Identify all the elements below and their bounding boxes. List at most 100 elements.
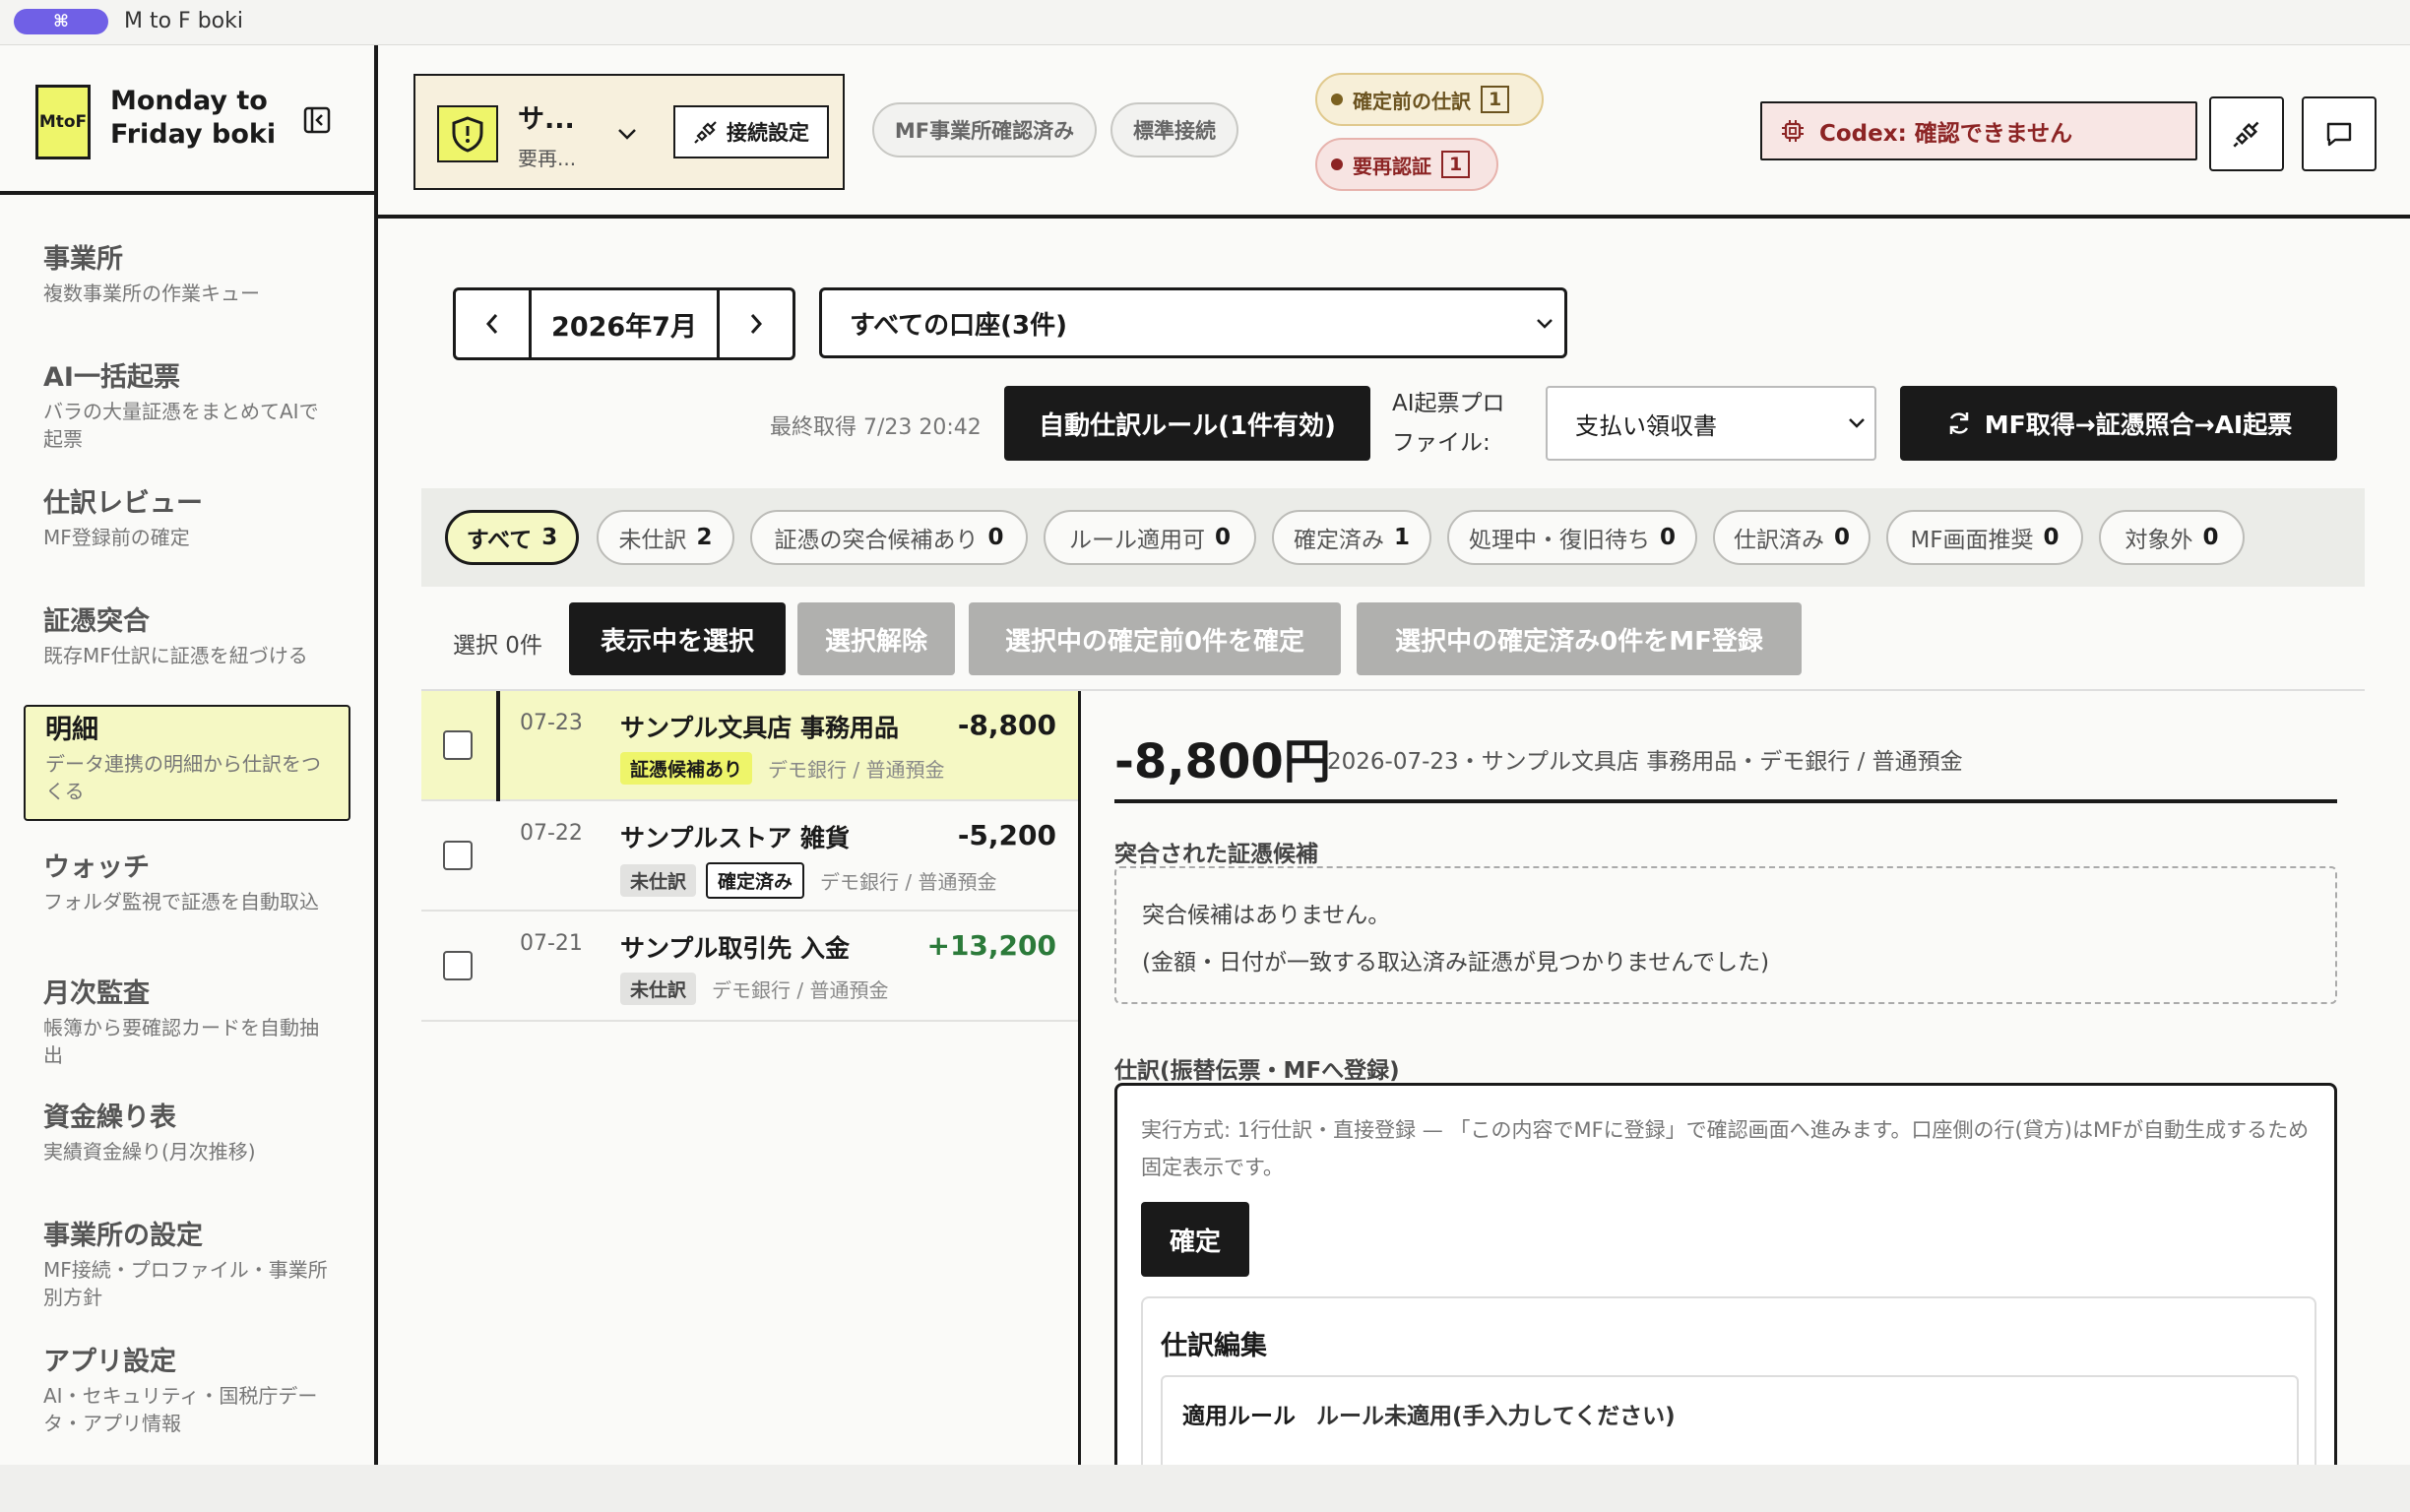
sidebar-item-ai-batch[interactable]: AI一括起票 バラの大量証憑をまとめてAIで起票 — [24, 354, 350, 459]
sidebar-item-office-settings[interactable]: 事業所の設定 MF接続・プロファイル・事業所別方針 — [24, 1213, 350, 1317]
filter-rule-applicable[interactable]: ルール適用可 0 — [1044, 510, 1256, 565]
chevron-down-icon[interactable] — [612, 119, 642, 149]
sidebar-item-voucher-match[interactable]: 証憑突合 既存MF仕訳に証憑を紐づける — [24, 598, 350, 675]
register-selected-button[interactable]: 選択中の確定済み0件をMF登録 — [1357, 602, 1802, 675]
sidebar-collapse-button[interactable] — [299, 102, 335, 138]
ai-profile-select[interactable]: 支払い領収書 — [1546, 386, 1876, 461]
sidebar-item-watch[interactable]: ウォッチ フォルダ監視で証憑を自動取込 — [24, 845, 350, 921]
office-name: サ... — [518, 104, 575, 135]
status-badge: 未仕訳 — [620, 864, 697, 897]
mf-fetch-run-button[interactable]: MF取得→証憑照合→AI起票 — [1900, 386, 2337, 461]
filter-count: 0 — [1833, 525, 1850, 550]
command-icon[interactable]: ⌘ — [14, 9, 108, 34]
filter-label: 証憑の突合候補あり — [774, 528, 979, 553]
main-content: 2026年7月 すべての口座(3件) 最終取得 7/23 20:42 自動仕訳ル… — [378, 222, 2410, 1465]
detail-meta: 2026-07-23・サンプル文具店 事務用品・デモ銀行 / 普通預金 — [1327, 749, 1963, 775]
filter-count: 3 — [541, 525, 558, 550]
reauth-required-badge[interactable]: 要再認証 1 — [1315, 138, 1498, 191]
brand: MtoF Monday to Friday boki — [0, 45, 374, 195]
filter-label: 未仕訳 — [618, 528, 687, 553]
sidebar-item-cashflow[interactable]: 資金繰り表 実績資金繰り(月次推移) — [24, 1095, 350, 1171]
sidebar-item-desc: バラの大量証憑をまとめてAIで起票 — [43, 400, 319, 451]
filter-label: ルール適用可 — [1068, 528, 1205, 553]
tx-amount: -5,200 — [957, 819, 1056, 851]
chevron-down-icon — [1849, 418, 1865, 428]
codex-status[interactable]: Codex: 確認できません — [1760, 101, 2197, 160]
status-badge: 未仕訳 — [620, 973, 697, 1005]
tx-date: 07-22 — [520, 821, 583, 846]
sidebar-item-desc: 帳簿から要確認カードを自動抽出 — [43, 1016, 319, 1067]
filter-label: MF画面推奨 — [1910, 528, 2034, 553]
applied-rule-value: ルール未適用(手入力してください) — [1316, 1404, 1676, 1429]
filter-all[interactable]: すべて 3 — [445, 510, 579, 565]
sidebar-item-desc: AI・セキュリティ・国税庁データ・アプリ情報 — [43, 1384, 318, 1435]
filter-match-candidates[interactable]: 証憑の突合候補あり 0 — [750, 510, 1028, 565]
row-checkbox[interactable] — [443, 730, 473, 760]
filter-unjournaled[interactable]: 未仕訳 2 — [597, 510, 734, 565]
row-checkbox[interactable] — [443, 951, 473, 980]
transaction-list: 07-23 サンプル文具店 事務用品 -8,800 証憑候補あり デモ銀行 / … — [421, 691, 1081, 1465]
tx-amount: +13,200 — [926, 929, 1056, 962]
clear-selection-button[interactable]: 選択解除 — [797, 602, 955, 675]
journal-note: 実行方式: 1行仕訳・直接登録 — 「この内容でMFに登録」で確認画面へ進みます… — [1141, 1118, 2310, 1179]
sidebar-item-offices[interactable]: 事業所 複数事業所の作業キュー — [24, 236, 350, 313]
detail-panel: -8,800円 2026-07-23・サンプル文具店 事務用品・デモ銀行 / 普… — [1112, 691, 2365, 1465]
row-checkbox[interactable] — [443, 841, 473, 870]
office-status: 要再... — [518, 147, 577, 170]
transaction-row[interactable]: 07-21 サンプル取引先 入金 +13,200 未仕訳 デモ銀行 / 普通預金 — [421, 912, 1078, 1022]
sidebar-item-desc: 実績資金繰り(月次推移) — [43, 1140, 256, 1164]
match-candidates-box: 突合候補はありません。 (金額・日付が一致する取込済み証憑が見つかりませんでした… — [1114, 866, 2337, 1004]
chat-button[interactable] — [2302, 96, 2377, 171]
shield-icon — [437, 105, 498, 162]
sidebar-item-journal-review[interactable]: 仕訳レビュー MF登録前の確定 — [24, 480, 350, 557]
brand-name: Monday to Friday boki — [110, 86, 277, 150]
select-visible-button[interactable]: 表示中を選択 — [569, 602, 786, 675]
sidebar-item-label: 事業所 — [43, 244, 123, 275]
tx-description: サンプル文具店 事務用品 — [620, 714, 899, 742]
unconfirmed-journal-badge[interactable]: 確定前の仕訳 1 — [1315, 73, 1544, 126]
applied-rule-label: 適用ルール — [1182, 1404, 1296, 1429]
connection-button[interactable] — [2209, 96, 2284, 171]
journal-edit-title: 仕訳編集 — [1161, 1331, 1267, 1361]
filter-label: 確定済み — [1293, 528, 1384, 553]
confirm-button[interactable]: 確定 — [1141, 1202, 1249, 1277]
window-title: M to F boki — [124, 9, 243, 33]
next-month-button[interactable] — [720, 290, 793, 357]
tx-date: 07-21 — [520, 931, 583, 956]
account-filter-select[interactable]: すべての口座(3件) — [819, 287, 1567, 358]
filter-mf-recommended[interactable]: MF画面推奨 0 — [1886, 510, 2083, 565]
auto-journal-rules-button[interactable]: 自動仕訳ルール(1件有効) — [1004, 386, 1370, 461]
filter-label: すべて — [466, 528, 533, 553]
filter-confirmed[interactable]: 確定済み 1 — [1272, 510, 1431, 565]
no-candidates-reason: (金額・日付が一致する取込済み証憑が見つかりませんでした) — [1142, 950, 1770, 976]
office-switcher[interactable]: サ... 要再... 接続設定 — [413, 74, 845, 190]
sidebar-item-app-settings[interactable]: アプリ設定 AI・セキュリティ・国税庁データ・アプリ情報 — [24, 1339, 350, 1443]
transaction-row[interactable]: 07-23 サンプル文具店 事務用品 -8,800 証憑候補あり デモ銀行 / … — [421, 691, 1078, 801]
chevron-right-icon — [750, 314, 763, 334]
filter-label: 処理中・復旧待ち — [1468, 528, 1650, 553]
sidebar-item-label: 仕訳レビュー — [43, 488, 203, 519]
transaction-row[interactable]: 07-22 サンプルストア 雑貨 -5,200 未仕訳 確定済み デモ銀行 / … — [421, 801, 1078, 912]
sidebar-item-label: 資金繰り表 — [43, 1102, 176, 1133]
chevron-down-icon — [1537, 319, 1553, 329]
sidebar-item-desc: フォルダ監視で証憑を自動取込 — [43, 890, 319, 914]
status-badge: 証憑候補あり — [620, 752, 753, 785]
filter-journaled[interactable]: 仕訳済み 0 — [1713, 510, 1871, 565]
sidebar-item-statements[interactable]: 明細 データ連携の明細から仕訳をつくる — [24, 705, 350, 821]
sidebar-item-label: 明細 — [45, 715, 98, 745]
filter-excluded[interactable]: 対象外 0 — [2099, 510, 2245, 565]
match-candidates-title: 突合された証憑候補 — [1114, 842, 1318, 867]
confirm-selected-button[interactable]: 選択中の確定前0件を確定 — [969, 602, 1341, 675]
connection-settings-button[interactable]: 接続設定 — [673, 105, 829, 158]
filter-processing[interactable]: 処理中・復旧待ち 0 — [1447, 510, 1697, 565]
current-month[interactable]: 2026年7月 — [529, 290, 720, 357]
prev-month-button[interactable] — [456, 290, 529, 357]
sidebar-item-desc: MF登録前の確定 — [43, 526, 190, 549]
tx-date: 07-23 — [520, 711, 583, 735]
badge-label: 確定前の仕訳 — [1353, 89, 1471, 113]
ai-profile-label: AI起票プロ ファイル: — [1392, 384, 1505, 463]
bottom-strip — [0, 1465, 2410, 1512]
plug-icon — [2233, 121, 2259, 148]
sidebar-item-monthly-audit[interactable]: 月次監査 帳簿から要確認カードを自動抽出 — [24, 971, 350, 1075]
filter-bar: すべて 3 未仕訳 2 証憑の突合候補あり 0 ルール適用可 0 確定済み 1 処理中・復… — [421, 488, 2365, 587]
